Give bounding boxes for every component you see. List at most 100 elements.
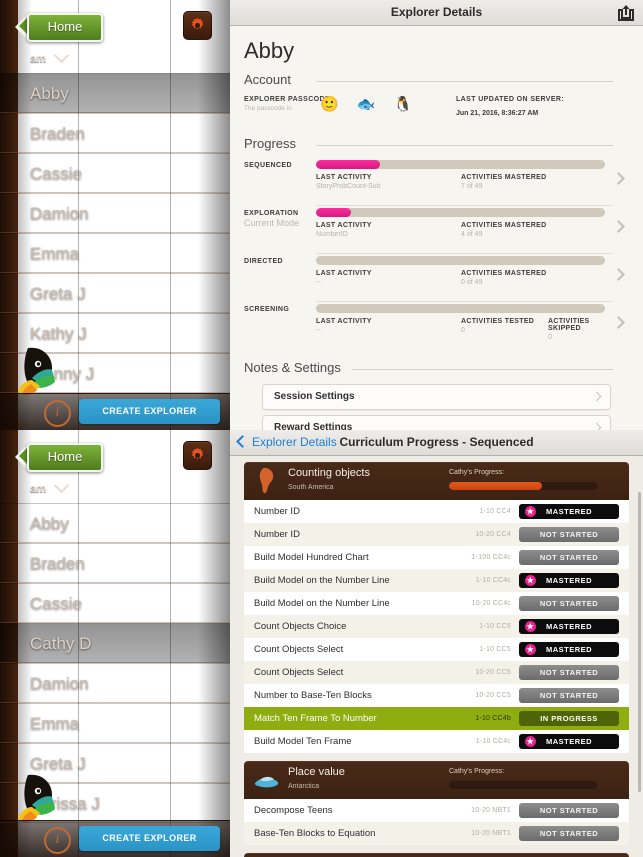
info-button[interactable]: i [44,827,71,854]
status-label: MASTERED [545,622,593,631]
session-filter-label: am [30,53,46,65]
activity-code: 10-20 NBT1 [471,807,511,814]
sidebar-footer: i CREATE EXPLORER [0,393,230,430]
explorer-detail-scroll[interactable]: Abby Account EXPLORER PASSCODE The passc… [230,26,643,430]
account-section-header: Account [244,72,629,90]
status-badge: ★ MASTERED [519,573,619,588]
activity-code: 1-10 CC4 [479,508,511,515]
last-activity-label: LAST ACTIVITY [316,270,372,277]
reward-settings-button[interactable]: Reward Settings [262,415,611,430]
table-row[interactable]: Build Model Ten Frame 1-10 CC4c ★ MASTERE… [244,730,629,753]
activity-code: 10-20 CC4c [471,600,511,607]
progress-row-screening[interactable]: SCREENING LAST ACTIVITY -- ACTIVITIES TE… [244,304,629,352]
status-label: MASTERED [545,737,593,746]
activity-code: 10-20 CC4 [475,531,511,538]
sidebar-item-greta-j[interactable]: Greta J [0,273,230,313]
table-row[interactable]: Match Ten Frame To Number 1-10 CC4b IN P… [244,707,629,730]
settings-gear-button[interactable] [183,11,212,40]
status-badge: ★ MASTERED [519,504,619,519]
vertical-scrollbar[interactable] [638,492,641,792]
explorer-name: Abby [244,38,295,63]
sidebar-item-emma[interactable]: Emma [0,703,230,743]
group-progress-bar [449,482,597,490]
progress-rows: SEQUENCED LAST ACTIVITY StoryProbCount-S… [244,154,629,352]
sidebar-item-cassie[interactable]: Cassie [0,583,230,623]
status-badge: NOT STARTED [519,803,619,818]
progress-mode-name: DIRECTED [244,258,283,265]
table-row[interactable]: Build Model on the Number Line 1-10 CC4c… [244,569,629,592]
activity-name: Decompose Teens [254,805,333,816]
group-progress-label: Cathy's Progress: [449,469,505,476]
settings-button-list: Session Settings Reward Settings Explore… [244,384,629,430]
activity-name: Count Objects Select [254,667,344,678]
status-badge: IN PROGRESS [519,711,619,726]
progress-mode-sub: Current Mode [244,218,300,228]
bottom-content: Explorer Details Curriculum Progress - S… [230,430,643,857]
table-row[interactable]: Count Objects Choice 1-10 CC5 ★ MASTERED [244,615,629,638]
chevron-right-icon [612,316,625,329]
session-filter-dropdown[interactable]: am [0,476,230,503]
status-badge: NOT STARTED [519,665,619,680]
create-explorer-button[interactable]: CREATE EXPLORER [79,399,220,424]
table-row[interactable]: Count Objects Select 1-10 CC5 ★ MASTERED [244,638,629,661]
session-settings-button[interactable]: Session Settings [262,384,611,410]
curriculum-scroll[interactable]: Counting objects South America Cathy's P… [230,456,643,857]
sidebar-item-damion[interactable]: Damion [0,193,230,233]
share-icon [618,5,634,21]
sidebar-item-greta-j[interactable]: Greta J [0,743,230,783]
progress-row-directed[interactable]: DIRECTED LAST ACTIVITY -- ACTIVITIES MAS… [244,256,629,304]
row-divider [316,253,613,254]
progress-row-sequenced[interactable]: SEQUENCED LAST ACTIVITY StoryProbCount-S… [244,160,629,208]
settings-gear-button[interactable] [183,441,212,470]
table-row[interactable]: Number ID 10-20 CC4 NOT STARTED [244,523,629,546]
share-button[interactable] [615,3,637,22]
chevron-right-icon [591,422,602,430]
sidebar-footer: i CREATE EXPLORER [0,820,230,857]
status-badge: ★ MASTERED [519,734,619,749]
sidebar-item-cassie[interactable]: Cassie [0,153,230,193]
sidebar-item-emma[interactable]: Emma [0,233,230,273]
sidebar-item-abby[interactable]: Abby [0,73,230,113]
home-button[interactable]: Home [27,443,103,472]
sidebar-item-damion[interactable]: Damion [0,663,230,703]
table-row[interactable]: Number ID 1-10 CC4 ★ MASTERED [244,500,629,523]
home-button[interactable]: Home [27,13,103,42]
table-row[interactable]: Decompose Teens 10-20 NBT1 NOT STARTED [244,799,629,822]
curriculum-progress-panel: Home am Abby Braden Cassie Cathy D Damio… [0,430,643,857]
progress-row-exploration[interactable]: EXPLORATION Current Mode LAST ACTIVITY N… [244,208,629,256]
status-badge: NOT STARTED [519,550,619,565]
passcode-row: EXPLORER PASSCODE The passcode is: 🙂 🐟 🐧… [244,96,629,126]
top-content: Explorer Details Abby Account EXPLORER P… [230,0,643,430]
table-row[interactable]: Number to Base-Ten Blocks 10-20 CC5 NOT … [244,684,629,707]
info-button[interactable]: i [44,400,71,427]
sidebar-item-braden[interactable]: Braden [0,543,230,583]
sidebar-item-kathy-j[interactable]: Kathy J [0,313,230,353]
table-row[interactable]: Build Model Hundred Chart 1-100 CC4c NOT… [244,546,629,569]
last-activity-value: StoryProbCount-Sub [316,183,381,190]
sidebar-item-abby[interactable]: Abby [0,503,230,543]
sidebar-item-karissa-j[interactable]: Karissa J [0,783,230,823]
progress-mode-name: SCREENING [244,306,290,313]
sidebar-item-manny-j[interactable]: Manny J [0,353,230,393]
reward-settings-label: Reward Settings [274,422,353,430]
server-update-label: LAST UPDATED ON SERVER: [456,96,565,103]
activity-name: Count Objects Choice [254,621,347,632]
sidebar-item-braden[interactable]: Braden [0,113,230,153]
bottom-sidebar: Home am Abby Braden Cassie Cathy D Damio… [0,430,230,857]
activity-name: Build Model on the Number Line [254,598,390,609]
sidebar-item-cathy-d[interactable]: Cathy D [0,623,230,663]
progress-section-header: Progress [244,136,629,154]
table-row[interactable]: Base-Ten Blocks to Equation 10-20 NBT1 N… [244,822,629,845]
table-row[interactable]: Build Model on the Number Line 10-20 CC4… [244,592,629,615]
status-badge: ★ MASTERED [519,642,619,657]
activity-code: 10-20 CC5 [475,669,511,676]
south-america-icon [259,467,274,494]
create-explorer-button[interactable]: CREATE EXPLORER [79,826,220,851]
group-progress-label: Cathy's Progress: [449,768,505,775]
session-filter-dropdown[interactable]: am [0,46,230,73]
activity-code: 10-20 CC5 [475,692,511,699]
notes-section-header: Notes & Settings [244,360,629,378]
group-subtitle: South America [288,484,334,491]
chevron-down-icon [53,47,70,64]
table-row[interactable]: Count Objects Select 10-20 CC5 NOT START… [244,661,629,684]
